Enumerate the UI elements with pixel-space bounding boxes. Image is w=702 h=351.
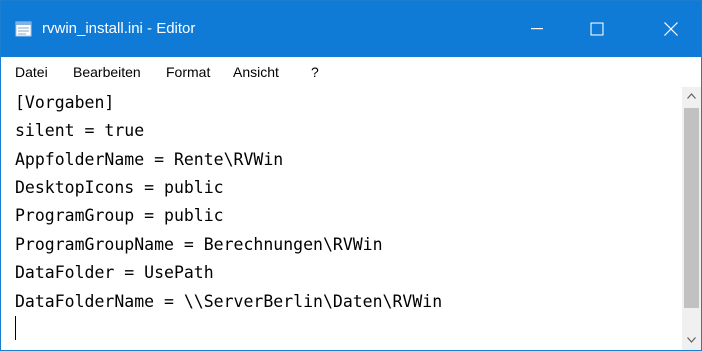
editor-line: ProgramGroup = public (15, 206, 224, 225)
editor-line: DesktopIcons = public (15, 178, 224, 197)
menu-bearbeiten[interactable]: Bearbeiten (73, 64, 141, 80)
menu-ansicht[interactable]: Ansicht (233, 64, 279, 80)
scrollbar-thumb[interactable] (684, 108, 699, 308)
minimize-button[interactable] (507, 1, 567, 57)
menu-format[interactable]: Format (166, 64, 210, 80)
scroll-down-button[interactable] (682, 331, 701, 350)
text-editor[interactable]: [Vorgaben] silent = true AppfolderName =… (1, 87, 681, 350)
editor-line: ProgramGroupName = Berechnungen\RVWin (15, 235, 383, 254)
menu-help[interactable]: ? (311, 64, 319, 80)
close-button[interactable] (641, 1, 701, 57)
notepad-icon (15, 21, 32, 37)
maximize-button[interactable] (567, 1, 627, 57)
vertical-scrollbar[interactable] (682, 87, 701, 350)
editor-line: silent = true (15, 121, 145, 140)
editor-line: AppfolderName = Rente\RVWin (15, 150, 284, 169)
menu-datei[interactable]: Datei (15, 64, 48, 80)
editor-line: [Vorgaben] (15, 93, 115, 112)
menu-bar: Datei Bearbeiten Format Ansicht ? (1, 57, 701, 88)
text-caret (15, 316, 16, 340)
editor-line: DataFolder = UsePath (15, 263, 214, 282)
editor-window: rvwin_install.ini - Editor Datei Bearbei… (0, 0, 702, 351)
scroll-up-button[interactable] (682, 87, 701, 106)
editor-line: DataFolderName = \\ServerBerlin\Daten\RV… (15, 292, 443, 311)
window-title: rvwin_install.ini - Editor (42, 20, 196, 37)
title-bar[interactable]: rvwin_install.ini - Editor (1, 1, 701, 57)
